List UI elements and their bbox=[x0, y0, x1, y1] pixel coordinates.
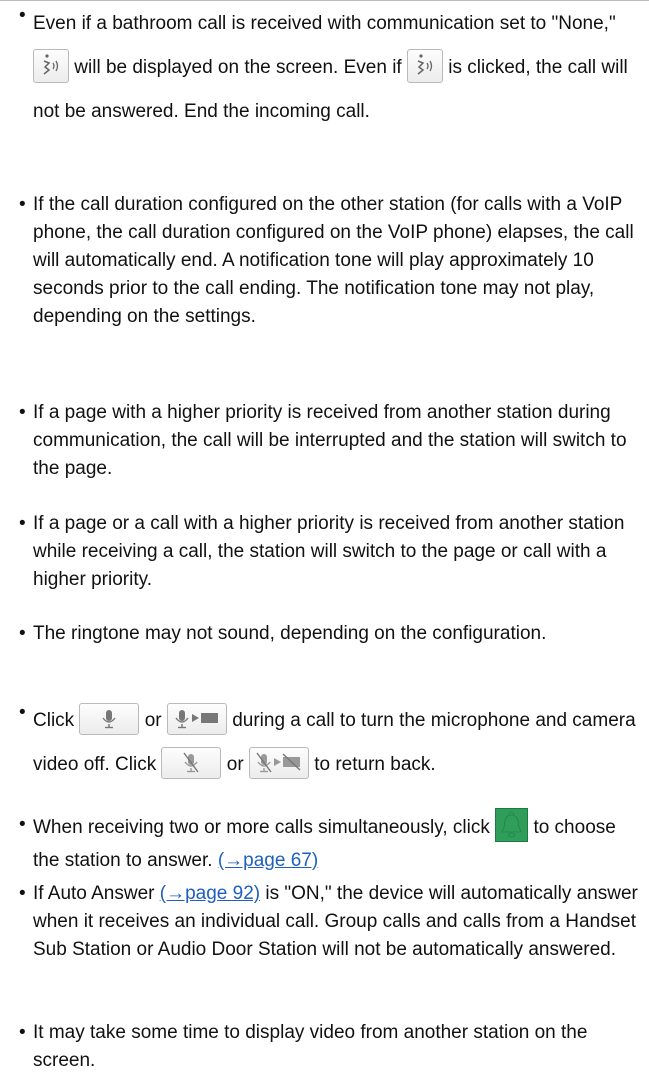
bullet: • bbox=[19, 402, 26, 423]
item-text: When receiving two or more calls simulta… bbox=[33, 817, 490, 839]
bullet: • bbox=[19, 702, 26, 723]
bathroom-call-answer-icon bbox=[417, 54, 433, 75]
list-item: • Even if a bathroom call is received wi… bbox=[19, 2, 647, 134]
bullet: • bbox=[19, 194, 26, 215]
microphone-button[interactable] bbox=[79, 702, 140, 735]
item-text: will be displayed on the screen. Even if bbox=[74, 57, 402, 78]
item-text: Click bbox=[33, 710, 75, 731]
microphone-video-off-icon bbox=[256, 752, 301, 773]
bullet: • bbox=[19, 1022, 26, 1043]
item-text: to return back. bbox=[314, 754, 436, 775]
microphone-video-button[interactable] bbox=[166, 702, 227, 735]
bullet: • bbox=[19, 623, 26, 644]
bell-icon bbox=[496, 809, 528, 841]
item-text: The ringtone may not sound, depending on… bbox=[33, 623, 547, 644]
item-text: Even if a bathroom call is received with… bbox=[33, 13, 616, 34]
item-text: If the call duration configured on the o… bbox=[33, 194, 634, 327]
item-text: or bbox=[144, 710, 162, 731]
call-answer-button[interactable] bbox=[33, 48, 69, 83]
list-item: • If the call duration configured on the… bbox=[19, 191, 647, 331]
page-link[interactable]: (→page 92) bbox=[160, 883, 260, 904]
microphone-video-off-button[interactable] bbox=[248, 746, 309, 779]
item-text: or bbox=[226, 754, 244, 775]
item-text: If Auto Answer bbox=[33, 883, 155, 904]
list-item: • It may take some time to display video… bbox=[19, 1019, 647, 1075]
bullet: • bbox=[19, 513, 26, 534]
microphone-off-button[interactable] bbox=[161, 746, 222, 779]
call-answer-button[interactable] bbox=[406, 48, 443, 83]
item-text: If a page with a higher priority is rece… bbox=[33, 402, 627, 479]
microphone-video-icon bbox=[175, 709, 218, 729]
top-divider bbox=[0, 0, 649, 1]
bullet: • bbox=[19, 883, 26, 904]
list-item: • If Auto Answer (→page 92) is "ON," the… bbox=[19, 880, 647, 964]
list-item: • The ringtone may not sound, depending … bbox=[19, 620, 647, 648]
bullet: • bbox=[19, 5, 26, 26]
list-item: • If a page with a higher priority is re… bbox=[19, 399, 647, 483]
item-text: If a page or a call with a higher priori… bbox=[33, 513, 625, 590]
page-link[interactable]: (→page 67) bbox=[218, 850, 318, 871]
microphone-off-icon bbox=[183, 752, 200, 773]
item-text: It may take some time to display video f… bbox=[33, 1022, 588, 1071]
bathroom-call-answer-icon bbox=[43, 54, 59, 75]
bell-button[interactable] bbox=[495, 808, 529, 842]
microphone-icon bbox=[102, 709, 117, 729]
list-item: • If a page or a call with a higher prio… bbox=[19, 510, 647, 594]
list-item: • Click or during a call to turn the mic… bbox=[19, 699, 647, 787]
bullet: • bbox=[19, 814, 26, 835]
list-item: • When receiving two or more calls simul… bbox=[19, 808, 647, 877]
